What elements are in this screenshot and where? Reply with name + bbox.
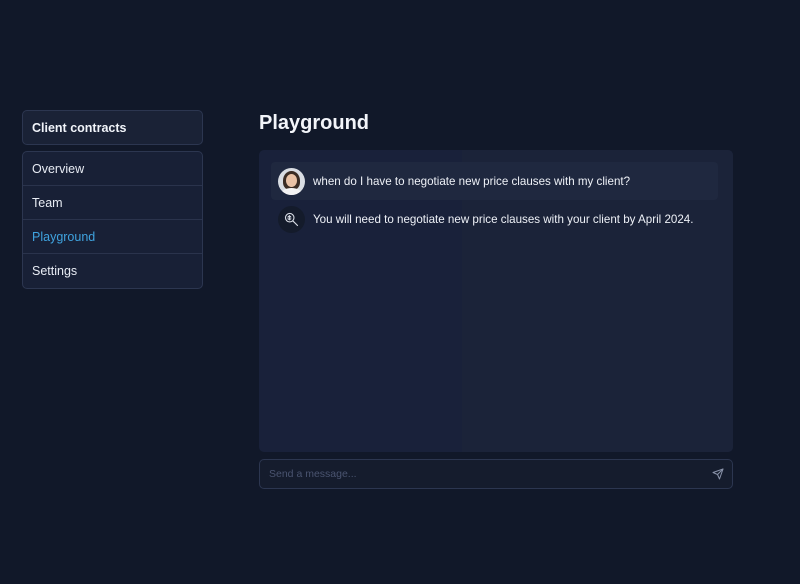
sidebar-item-label: Overview <box>32 161 85 176</box>
message-text: when do I have to negotiate new price cl… <box>313 174 631 188</box>
page-title: Playground <box>259 112 370 134</box>
send-icon <box>712 468 724 480</box>
sidebar-item-label: Team <box>32 195 63 210</box>
project-title: Client contracts <box>32 120 127 135</box>
app: Client contracts Overview Team Playgroun… <box>0 0 800 584</box>
chat-panel: when do I have to negotiate new price cl… <box>259 150 733 452</box>
sidebar-item-settings[interactable]: Settings <box>23 254 202 288</box>
sidebar-nav: Overview Team Playground Settings <box>22 151 203 289</box>
message-text: You will need to negotiate new price cla… <box>313 212 694 226</box>
user-message: when do I have to negotiate new price cl… <box>271 162 718 200</box>
message-input[interactable] <box>260 460 704 488</box>
sidebar-item-label: Playground <box>32 229 96 244</box>
sidebar-item-label: Settings <box>32 264 78 278</box>
assistant-message: You will need to negotiate new price cla… <box>271 202 718 236</box>
message-composer <box>259 459 733 489</box>
ai-brain-icon <box>278 205 305 233</box>
send-button[interactable] <box>704 460 732 488</box>
project-title-card: Client contracts <box>22 110 203 145</box>
sidebar-item-team[interactable]: Team <box>23 186 202 220</box>
sidebar-item-overview[interactable]: Overview <box>23 152 202 186</box>
avatar <box>278 167 305 195</box>
sidebar-item-playground[interactable]: Playground <box>23 220 202 254</box>
